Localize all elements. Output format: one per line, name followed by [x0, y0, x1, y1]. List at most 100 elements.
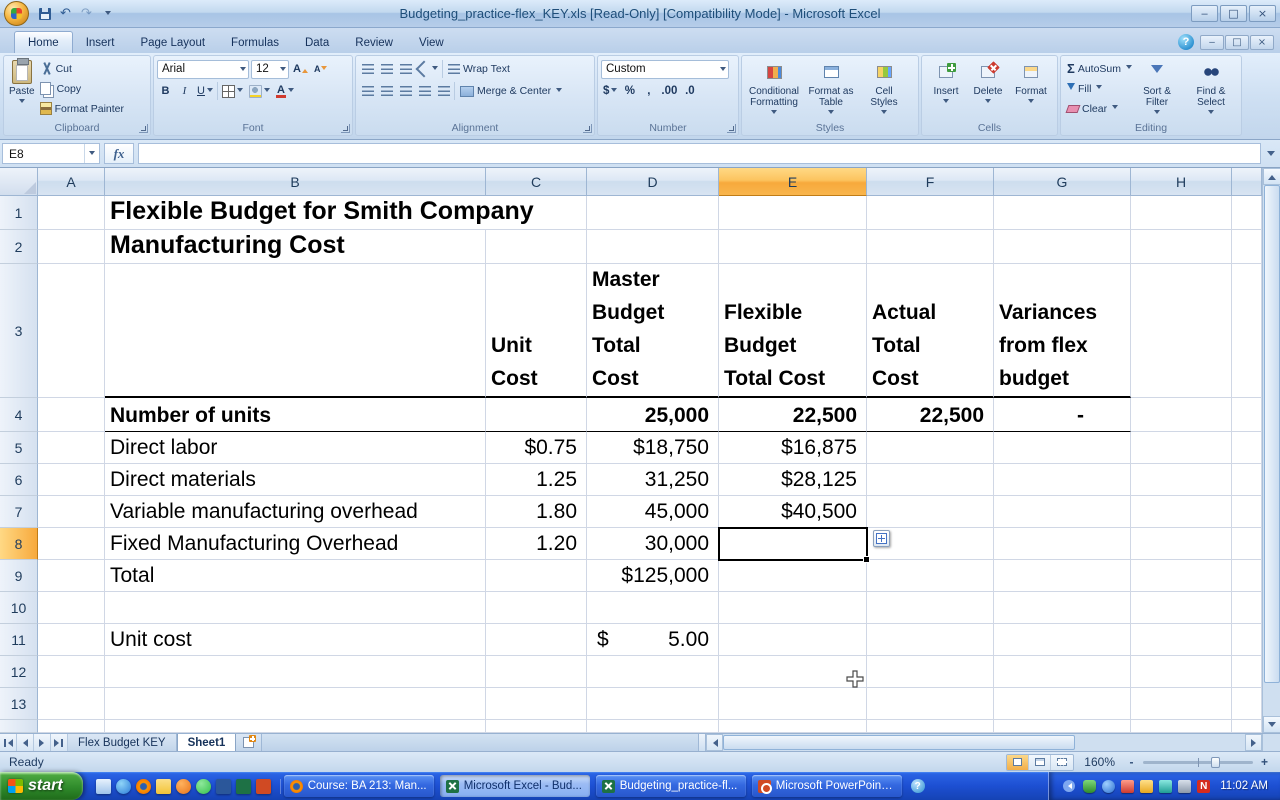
cell-E4[interactable]: 22,500: [719, 398, 867, 432]
cell-I9[interactable]: [1232, 560, 1262, 592]
cell-G2[interactable]: [994, 230, 1131, 264]
cell-I14[interactable]: [1232, 720, 1262, 733]
cell-D1[interactable]: [587, 196, 719, 230]
increase-decimal-button[interactable]: .00: [659, 82, 679, 100]
alignment-dialog-launcher[interactable]: [583, 124, 592, 133]
powerpoint-icon[interactable]: [256, 779, 271, 794]
cell-E14[interactable]: [719, 720, 867, 733]
column-header-E[interactable]: E: [719, 168, 867, 196]
cell-D7[interactable]: 45,000: [587, 496, 719, 528]
column-header-G[interactable]: G: [994, 168, 1131, 196]
cell-B10[interactable]: [105, 592, 486, 624]
cell-B4[interactable]: Number of units: [105, 398, 486, 432]
align-center-button[interactable]: [378, 82, 395, 100]
cell-C14[interactable]: [486, 720, 587, 733]
insert-function-button[interactable]: fx: [104, 143, 134, 164]
cell-B11[interactable]: Unit cost: [105, 624, 486, 656]
last-sheet-button[interactable]: [51, 734, 68, 751]
cell-F14[interactable]: [867, 720, 994, 733]
maximize-button[interactable]: □: [1220, 5, 1247, 22]
cell-I11[interactable]: [1232, 624, 1262, 656]
find-select-button[interactable]: Find & Select: [1184, 58, 1238, 121]
column-header-D[interactable]: D: [587, 168, 719, 196]
cell-B5[interactable]: Direct labor: [105, 432, 486, 464]
cell-E2[interactable]: [719, 230, 867, 264]
minimize-button[interactable]: –: [1191, 5, 1218, 22]
horizontal-scroll-thumb[interactable]: [723, 735, 1075, 750]
cell-G10[interactable]: [994, 592, 1131, 624]
cell-A6[interactable]: [38, 464, 105, 496]
cell-A14[interactable]: [38, 720, 105, 733]
increase-indent-button[interactable]: [435, 82, 452, 100]
cell-G5[interactable]: [994, 432, 1131, 464]
norton-icon[interactable]: N: [1197, 780, 1210, 793]
cell-F2[interactable]: [867, 230, 994, 264]
cell-H5[interactable]: [1131, 432, 1232, 464]
volume-icon[interactable]: [1159, 780, 1172, 793]
cell-F6[interactable]: [867, 464, 994, 496]
tab-review[interactable]: Review: [342, 32, 406, 53]
decrease-decimal-button[interactable]: .0: [681, 82, 698, 100]
cell-C9[interactable]: [486, 560, 587, 592]
cell-B12[interactable]: [105, 656, 486, 688]
copy-button[interactable]: Copy: [37, 79, 127, 98]
row-header-6[interactable]: 6: [0, 464, 38, 496]
row-header-12[interactable]: 12: [0, 656, 38, 688]
cell-B3[interactable]: [105, 264, 486, 398]
cell-G7[interactable]: [994, 496, 1131, 528]
cell-D3[interactable]: Master Budget Total Cost: [587, 264, 719, 398]
cell-F11[interactable]: [867, 624, 994, 656]
row-header-5[interactable]: 5: [0, 432, 38, 464]
cell-F13[interactable]: [867, 688, 994, 720]
format-painter-button[interactable]: Format Painter: [37, 99, 127, 118]
insert-cells-button[interactable]: Insert: [925, 58, 967, 121]
cell-I6[interactable]: [1232, 464, 1262, 496]
cell-B9[interactable]: Total: [105, 560, 486, 592]
cell-D8[interactable]: 30,000: [587, 528, 719, 560]
media-player-icon[interactable]: [176, 779, 191, 794]
cell-D9[interactable]: $125,000: [587, 560, 719, 592]
row-header-11[interactable]: 11: [0, 624, 38, 656]
tab-view[interactable]: View: [406, 32, 457, 53]
cell-E9[interactable]: [719, 560, 867, 592]
horizontal-scrollbar[interactable]: [706, 734, 1262, 751]
cell-F12[interactable]: [867, 656, 994, 688]
cell-A3[interactable]: [38, 264, 105, 398]
cell-G11[interactable]: [994, 624, 1131, 656]
cell-D13[interactable]: [587, 688, 719, 720]
cell-I10[interactable]: [1232, 592, 1262, 624]
horizontal-scroll-track[interactable]: [723, 734, 1245, 751]
cell-C7[interactable]: 1.80: [486, 496, 587, 528]
cell-D4[interactable]: 25,000: [587, 398, 719, 432]
cell-A5[interactable]: [38, 432, 105, 464]
column-header-F[interactable]: F: [867, 168, 994, 196]
cell-H9[interactable]: [1131, 560, 1232, 592]
column-header-H[interactable]: H: [1131, 168, 1232, 196]
cell-A7[interactable]: [38, 496, 105, 528]
customize-qat-button[interactable]: [98, 4, 117, 23]
row-header-3[interactable]: 3: [0, 264, 38, 398]
cell-C12[interactable]: [486, 656, 587, 688]
font-dialog-launcher[interactable]: [341, 124, 350, 133]
scroll-down-button[interactable]: [1263, 716, 1280, 733]
cell-F9[interactable]: [867, 560, 994, 592]
cell-I1[interactable]: [1232, 196, 1262, 230]
cell-G8[interactable]: [994, 528, 1131, 560]
tab-page-layout[interactable]: Page Layout: [127, 32, 218, 53]
cell-F7[interactable]: [867, 496, 994, 528]
cell-I12[interactable]: [1232, 656, 1262, 688]
cell-H1[interactable]: [1131, 196, 1232, 230]
cell-C11[interactable]: [486, 624, 587, 656]
page-layout-view-button[interactable]: [1029, 755, 1051, 770]
cell-H11[interactable]: [1131, 624, 1232, 656]
row-header-2[interactable]: 2: [0, 230, 38, 264]
cell-G14[interactable]: [994, 720, 1131, 733]
cell-B14[interactable]: [105, 720, 486, 733]
cell-A2[interactable]: [38, 230, 105, 264]
cell-H13[interactable]: [1131, 688, 1232, 720]
cell-D10[interactable]: [587, 592, 719, 624]
select-all-corner[interactable]: [0, 168, 38, 196]
cell-I2[interactable]: [1232, 230, 1262, 264]
zoom-in-button[interactable]: +: [1258, 755, 1271, 769]
conditional-formatting-button[interactable]: Conditional Formatting: [745, 58, 803, 121]
